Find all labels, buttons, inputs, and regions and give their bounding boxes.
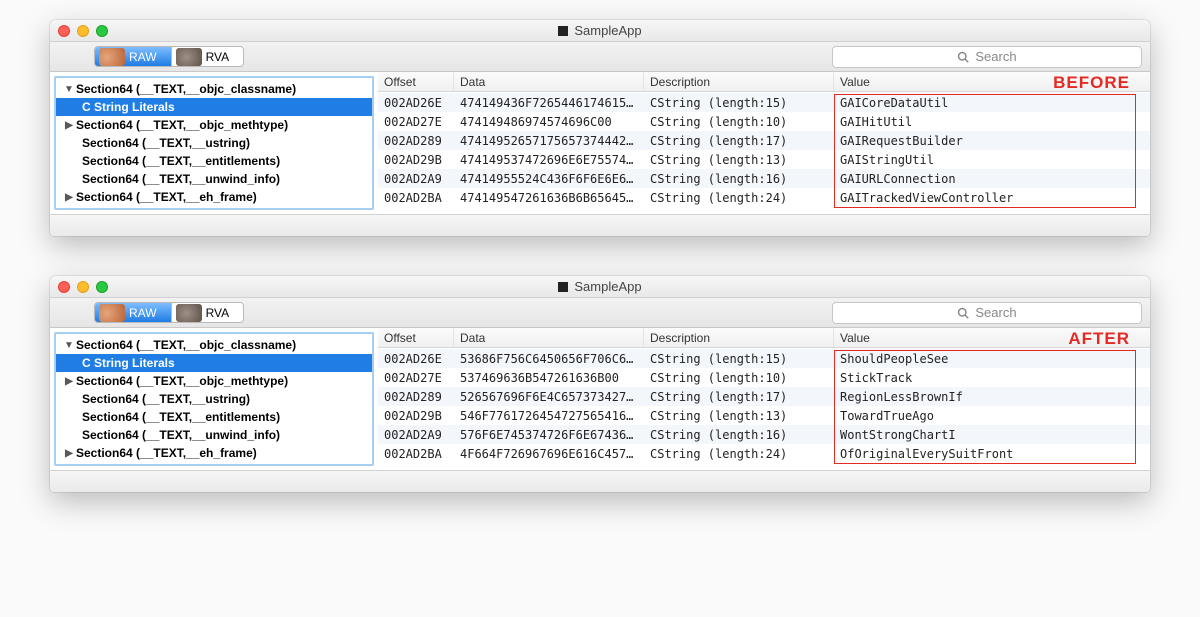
rva-tab[interactable]: RVA [172, 47, 244, 66]
tree-row[interactable]: ▶Section64 (__TEXT,__objc_methtype) [56, 116, 372, 134]
cell-desc: CString (length:24) [644, 447, 834, 461]
before-label: BEFORE [1053, 73, 1130, 93]
raw-tab[interactable]: RAW [95, 303, 172, 322]
search-input[interactable]: Search [832, 302, 1142, 324]
window-footer [50, 214, 1150, 236]
col-data[interactable]: Data [454, 72, 644, 91]
tree-row[interactable]: Section64 (__TEXT,__unwind_info) [56, 170, 372, 188]
toolbar: RAW RVA Search [50, 42, 1150, 72]
cell-desc: CString (length:15) [644, 352, 834, 366]
cell-offset: 002AD29B [378, 409, 454, 423]
window-title: SampleApp [574, 279, 641, 294]
window-before: SampleApp RAW RVA Search ▼Section64 (__T… [50, 20, 1150, 236]
window-after: SampleApp RAW RVA Search ▼Section64 (__T… [50, 276, 1150, 492]
tree-row[interactable]: ▶Section64 (__TEXT,__eh_frame) [56, 188, 372, 206]
strings-table: AFTER Offset Data Description Value 002A… [378, 328, 1150, 470]
cell-offset: 002AD26E [378, 352, 454, 366]
cell-data: 526567696F6E4C6573734272… [454, 390, 644, 404]
cell-offset: 002AD289 [378, 390, 454, 404]
tree-row[interactable]: Section64 (__TEXT,__ustring) [56, 134, 372, 152]
cell-desc: CString (length:16) [644, 428, 834, 442]
cell-desc: CString (length:15) [644, 96, 834, 110]
rva-tab[interactable]: RVA [172, 303, 244, 322]
col-offset[interactable]: Offset [378, 72, 454, 91]
tree-row[interactable]: Section64 (__TEXT,__ustring) [56, 390, 372, 408]
tree-row[interactable]: ▼Section64 (__TEXT,__objc_classname) [56, 336, 372, 354]
view-mode-segment: RAW RVA [94, 46, 244, 67]
cell-data: 474149547261636B6B6564566… [454, 191, 644, 205]
window-footer [50, 470, 1150, 492]
section-tree[interactable]: ▼Section64 (__TEXT,__objc_classname) C S… [54, 76, 374, 210]
tree-row[interactable]: ▶Section64 (__TEXT,__objc_methtype) [56, 372, 372, 390]
window-title: SampleApp [574, 23, 641, 38]
rva-icon [176, 48, 202, 66]
cell-data: 53686F756C6450656F706C6… [454, 352, 644, 366]
cell-desc: CString (length:24) [644, 191, 834, 205]
section-tree[interactable]: ▼Section64 (__TEXT,__objc_classname) C S… [54, 332, 374, 466]
cell-desc: CString (length:13) [644, 153, 834, 167]
cell-desc: CString (length:10) [644, 115, 834, 129]
cell-data: 474149486974574696C00 [454, 115, 644, 129]
chevron-right-icon[interactable]: ▶ [64, 376, 74, 387]
cell-desc: CString (length:13) [644, 409, 834, 423]
cell-data: 474149537472696E6E755746… [454, 153, 644, 167]
tree-row[interactable]: Section64 (__TEXT,__entitlements) [56, 152, 372, 170]
cell-offset: 002AD289 [378, 134, 454, 148]
strings-table: BEFORE Offset Data Description Value 002… [378, 72, 1150, 214]
cell-data: 546F7761726454727565416… [454, 409, 644, 423]
tree-row[interactable]: C String Literals [56, 98, 372, 116]
col-data[interactable]: Data [454, 328, 644, 347]
titlebar[interactable]: SampleApp [50, 276, 1150, 298]
raw-icon [99, 304, 125, 322]
chevron-right-icon[interactable]: ▶ [64, 448, 74, 459]
raw-tab[interactable]: RAW [95, 47, 172, 66]
cell-desc: CString (length:16) [644, 172, 834, 186]
chevron-down-icon[interactable]: ▼ [64, 84, 74, 95]
cell-data: 537469636B547261636B00 [454, 371, 644, 385]
tree-row[interactable]: Section64 (__TEXT,__unwind_info) [56, 426, 372, 444]
tree-row[interactable]: Section64 (__TEXT,__entitlements) [56, 408, 372, 426]
tree-row[interactable]: ▶Section64 (__TEXT,__eh_frame) [56, 444, 372, 462]
col-desc[interactable]: Description [644, 72, 834, 91]
cell-desc: CString (length:17) [644, 390, 834, 404]
col-offset[interactable]: Offset [378, 328, 454, 347]
value-highlight-box [834, 94, 1136, 208]
col-desc[interactable]: Description [644, 328, 834, 347]
search-icon [957, 307, 969, 319]
app-icon [558, 282, 568, 292]
search-icon [957, 51, 969, 63]
chevron-down-icon[interactable]: ▼ [64, 340, 74, 351]
cell-data: 576F6E745374726F6E67436… [454, 428, 644, 442]
cell-data: 4F664F726967696E616C4576… [454, 447, 644, 461]
titlebar[interactable]: SampleApp [50, 20, 1150, 42]
cell-offset: 002AD2BA [378, 447, 454, 461]
cell-offset: 002AD27E [378, 115, 454, 129]
tree-row[interactable]: C String Literals [56, 354, 372, 372]
cell-offset: 002AD29B [378, 153, 454, 167]
app-icon [558, 26, 568, 36]
cell-offset: 002AD26E [378, 96, 454, 110]
cell-desc: CString (length:17) [644, 134, 834, 148]
cell-data: 47414955524C436F6F6E6E656… [454, 172, 644, 186]
chevron-right-icon[interactable]: ▶ [64, 120, 74, 131]
tree-row[interactable]: ▼Section64 (__TEXT,__objc_classname) [56, 80, 372, 98]
cell-offset: 002AD2A9 [378, 172, 454, 186]
rva-icon [176, 304, 202, 322]
value-highlight-box [834, 350, 1136, 464]
raw-icon [99, 48, 125, 66]
cell-offset: 002AD2A9 [378, 428, 454, 442]
after-label: AFTER [1068, 329, 1130, 349]
toolbar: RAW RVA Search [50, 298, 1150, 328]
view-mode-segment: RAW RVA [94, 302, 244, 323]
cell-offset: 002AD2BA [378, 191, 454, 205]
cell-offset: 002AD27E [378, 371, 454, 385]
cell-desc: CString (length:10) [644, 371, 834, 385]
cell-data: 474149436F7265446174615… [454, 96, 644, 110]
search-input[interactable]: Search [832, 46, 1142, 68]
cell-data: 474149526571756573744427… [454, 134, 644, 148]
chevron-right-icon[interactable]: ▶ [64, 192, 74, 203]
